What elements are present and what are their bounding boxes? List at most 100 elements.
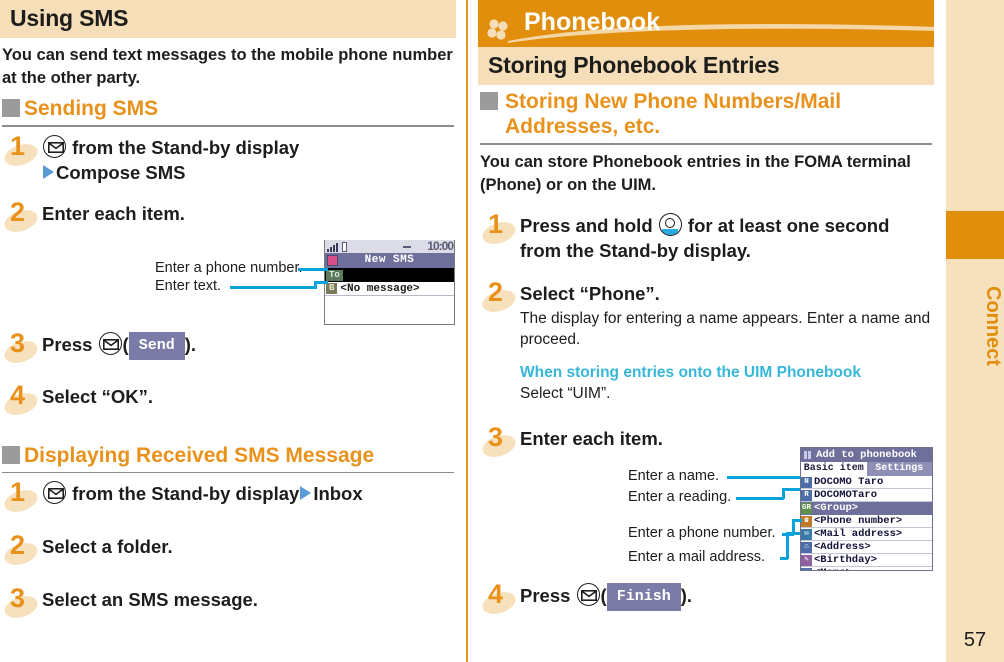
phonebook-row-address[interactable]: ⌂ <Address>	[801, 541, 932, 554]
subheading-label: Displaying Received SMS Message	[24, 443, 375, 467]
step-number-digit: 1	[488, 208, 504, 239]
row-icon: ☎	[801, 515, 812, 527]
callout-phone-number: Enter a phone number.	[628, 525, 776, 541]
step-text-b: Compose SMS	[56, 161, 186, 183]
softkey-label: Finish	[606, 582, 681, 611]
phonebook-row-group[interactable]: GR <Group>	[801, 502, 932, 515]
step-number: 2	[479, 276, 519, 316]
sms-phone-screenshot: 10:00 New SMS To B <No message>	[324, 239, 455, 325]
phonebook-row-reading[interactable]: R DOCOMOTaro	[801, 489, 932, 502]
row-icon: ▤	[801, 567, 812, 570]
row-label: <Mail address>	[814, 528, 903, 540]
phonebook-row-birthday[interactable]: ✎ <Birthday>	[801, 554, 932, 567]
row-icon: N	[801, 476, 812, 488]
mail-icon	[43, 481, 66, 504]
step-text-pre: Press	[520, 584, 571, 606]
arrow-right-icon	[300, 486, 312, 500]
row-icon: ✎	[801, 554, 812, 566]
tab-basic-item[interactable]: Basic item	[801, 462, 867, 476]
leader-line	[727, 476, 800, 479]
row-label: <Address>	[814, 541, 871, 553]
callout-phone-number: Enter a phone number.	[155, 260, 303, 276]
message-field-tag: B	[326, 283, 338, 294]
step-number: 2	[1, 197, 41, 236]
phonebook-row-memo[interactable]: ▤ <Memo>	[801, 567, 932, 570]
leader-line	[792, 519, 802, 522]
step-subtext: The display for entering a name appears.…	[520, 309, 931, 348]
row-label: <Phone number>	[814, 515, 903, 527]
step-number: 1	[479, 208, 519, 248]
step-text-a: from the Stand-by display	[72, 136, 300, 158]
clock-label: 10:00	[427, 239, 454, 253]
sms-title-label: New SMS	[364, 254, 415, 266]
step-number: 1	[1, 130, 41, 170]
step-number-digit: 1	[10, 477, 26, 507]
signal-bars-icon	[327, 242, 338, 252]
right-section-banner: Storing Phonebook Entries	[478, 47, 934, 85]
step-number-digit: 2	[10, 530, 26, 560]
step-item: 4 Press (Finish).	[479, 579, 932, 618]
sms-to-row[interactable]: To	[325, 268, 454, 282]
nav-inner-ring	[664, 217, 675, 228]
step-item: 2 Select “Phone”. The display for enteri…	[479, 277, 932, 404]
leader-line	[314, 281, 328, 284]
step-text: Select a folder.	[42, 536, 173, 557]
step-text-b: Inbox	[313, 483, 363, 504]
step-number: 4	[479, 579, 519, 618]
step-item: 1 Press and hold for at least one second…	[479, 209, 932, 263]
step-text: Enter each item.	[42, 202, 185, 224]
step-text: Press (Finish).	[520, 582, 932, 611]
step-item: 2 Enter each item.	[1, 197, 454, 236]
row-label: <Group>	[814, 502, 859, 514]
bullet-square-icon	[2, 445, 20, 464]
phonebook-row-name[interactable]: N DOCOMO Taro	[801, 476, 932, 489]
compose-icon	[327, 255, 338, 266]
subheading-displaying-sms: Displaying Received SMS Message	[2, 439, 454, 470]
phonebook-title-label: Add to phonebook	[816, 449, 917, 461]
step-item: 1 from the Stand-by display Inbox	[1, 477, 454, 516]
phonebook-row-phone-number[interactable]: ☎ <Phone number>	[801, 515, 932, 528]
arrow-right-icon	[43, 164, 54, 179]
row-icon: GR	[801, 502, 812, 514]
note-heading: When storing entries onto the UIM Phoneb…	[520, 363, 861, 381]
step-number: 3	[479, 421, 519, 461]
step-number: 4	[1, 379, 41, 419]
subheading-label: Sending SMS	[24, 97, 159, 120]
step-text-a: from the Stand-by display	[72, 483, 300, 504]
step-number: 1	[1, 477, 41, 516]
battery-icon	[342, 241, 347, 252]
right-intro-paragraph: You can store Phonebook entries in the F…	[480, 152, 911, 194]
tab-settings[interactable]: Settings	[866, 462, 932, 476]
row-label: <Memo>	[814, 567, 852, 570]
phonebook-tabs: Basic item Settings	[801, 462, 932, 476]
left-section-banner: Using SMS	[0, 0, 456, 38]
leader-line	[786, 532, 789, 559]
step-number-digit: 3	[488, 421, 504, 452]
callout-text: Enter text.	[155, 278, 222, 294]
chapter-title: Phonebook	[524, 8, 661, 36]
step-number-digit: 2	[488, 276, 504, 307]
page-number: 57	[963, 629, 987, 651]
step-item: 3 Press (Send).	[1, 328, 454, 367]
row-label: DOCOMO Taro	[814, 476, 884, 488]
mail-icon	[98, 331, 122, 355]
phonebook-row-mail-address[interactable]: ✉ <Mail address>	[801, 528, 932, 541]
margin-tab: Connect 57	[946, 0, 1004, 662]
bullet-square-icon	[2, 99, 20, 117]
sms-message-row[interactable]: B <No message>	[325, 282, 454, 296]
step-number: 3	[1, 583, 41, 622]
step-number-digit: 3	[10, 583, 26, 613]
step-number-digit: 4	[10, 379, 26, 410]
phone-status-bar: 10:00	[325, 239, 454, 253]
divider	[2, 471, 454, 473]
manual-page: Using SMS You can send text messages to …	[0, 0, 1004, 662]
step-text: Select an SMS message.	[42, 589, 258, 610]
step-item: 3 Select an SMS message.	[1, 583, 454, 622]
step-text-a: Press and hold	[520, 214, 653, 236]
callout-mail-address: Enter a mail address.	[628, 549, 766, 565]
column-divider	[466, 0, 468, 662]
leader-line	[782, 488, 800, 491]
chapter-tab-label: Connect	[982, 286, 1004, 366]
step-number-digit: 1	[10, 130, 26, 161]
step-number: 2	[1, 530, 41, 569]
